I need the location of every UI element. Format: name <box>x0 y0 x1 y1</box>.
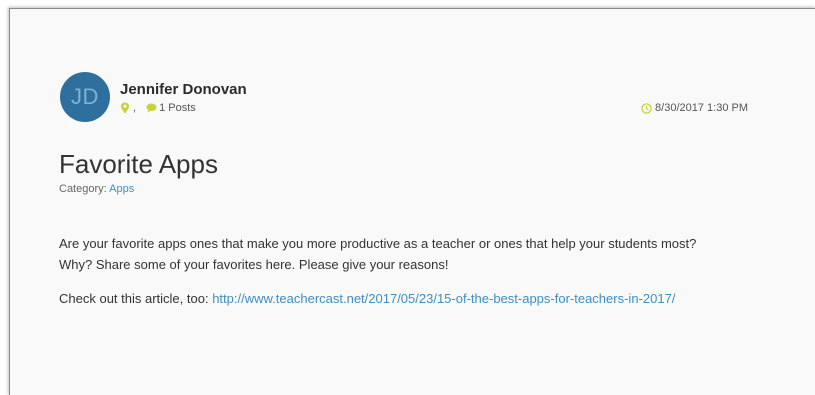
author-name[interactable]: Jennifer Donovan <box>120 81 247 98</box>
posts-count[interactable]: 1 Posts <box>159 102 196 114</box>
article-link[interactable]: http://www.teachercast.net/2017/05/23/15… <box>212 291 675 306</box>
post-title: Favorite Apps <box>59 149 218 179</box>
comment-bubble-icon <box>146 103 157 113</box>
post-container: JD Jennifer Donovan , 1 Posts 8/30/2017 … <box>9 8 815 395</box>
post-date: 8/30/2017 1:30 PM <box>641 102 748 114</box>
category-label: Category: <box>59 183 107 195</box>
article-text: Check out this article, too: <box>59 291 209 306</box>
map-pin-icon <box>120 102 130 114</box>
body-line-1: Are your favorite apps ones that make yo… <box>59 236 697 251</box>
avatar-initials: JD <box>71 84 99 109</box>
category-link[interactable]: Apps <box>109 183 134 195</box>
post-category: Category: Apps <box>59 183 134 195</box>
body-paragraph: Are your favorite apps ones that make yo… <box>59 233 779 275</box>
author-meta: , 1 Posts <box>120 102 196 114</box>
location-separator: , <box>133 102 137 114</box>
post-body: Are your favorite apps ones that make yo… <box>59 233 779 322</box>
clock-icon <box>641 102 652 114</box>
body-line-2: Why? Share some of your favorites here. … <box>59 257 449 272</box>
body-paragraph-article: Check out this article, too: http://www.… <box>59 288 779 309</box>
avatar[interactable]: JD <box>60 72 110 122</box>
post-date-text: 8/30/2017 1:30 PM <box>655 102 748 114</box>
